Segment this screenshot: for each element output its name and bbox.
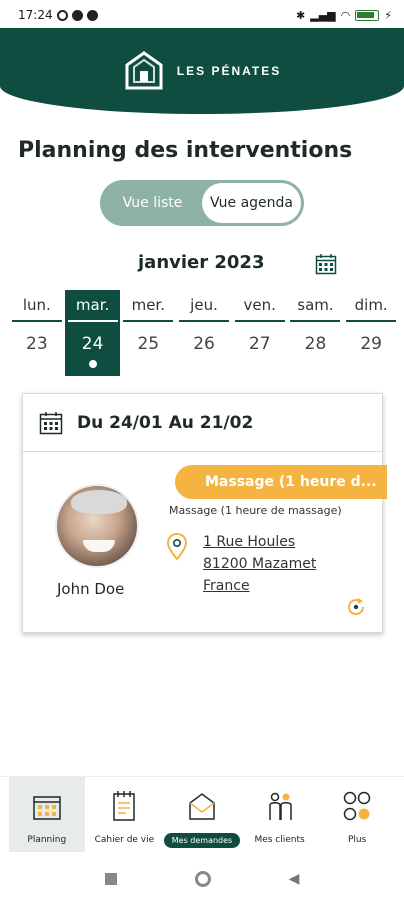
bottom-navigation: Planning Cahier de vie Mes demandes Mes … — [0, 776, 404, 852]
recurring-icon — [348, 598, 365, 616]
client-name: John Doe — [57, 580, 125, 598]
location-pin-icon — [166, 532, 188, 561]
day-name: jeu. — [179, 292, 230, 322]
calendar-icon — [39, 411, 63, 434]
notebook-icon — [113, 791, 136, 821]
status-time: 17:24 — [18, 8, 53, 22]
recents-icon[interactable] — [104, 873, 117, 885]
day-cell[interactable]: lun. 23 — [9, 290, 65, 376]
client-address[interactable]: 1 Rue Houles 81200 Mazamet France — [203, 531, 316, 597]
calendar-icon — [33, 796, 61, 820]
address-line-2[interactable]: 81200 Mazamet — [203, 553, 316, 575]
day-name: lun. — [11, 292, 62, 322]
view-toggle: Vue liste Vue agenda — [100, 180, 304, 226]
day-number: 25 — [137, 334, 160, 354]
day-name: mer. — [123, 292, 174, 322]
day-number: 26 — [193, 334, 215, 354]
wifi-icon: ◠ — [340, 8, 351, 22]
month-label: janvier 2023 — [138, 252, 265, 273]
service-description: Massage (1 heure de massage) — [169, 504, 342, 517]
day-number: 29 — [360, 334, 382, 354]
battery-icon — [355, 9, 380, 21]
day-cell[interactable]: mer. 25 — [120, 290, 176, 376]
nav-mes-clients[interactable]: Mes clients — [242, 777, 318, 852]
people-icon — [268, 792, 292, 820]
day-name: dim. — [346, 292, 397, 322]
envelope-icon — [189, 793, 215, 820]
charging-icon: ⚡ — [384, 8, 392, 22]
nav-plus[interactable]: Plus — [319, 777, 395, 852]
toggle-agenda-view[interactable]: Vue agenda — [202, 183, 301, 223]
status-bar: 17:24 ✱ ▂▄▆ ◠ ⚡ — [0, 0, 404, 30]
alarm-icon — [56, 9, 68, 21]
nav-planning[interactable]: Planning — [8, 777, 85, 852]
client-avatar — [55, 484, 139, 568]
bluetooth-icon: ✱ — [296, 8, 306, 22]
nav-label-highlighted: Mes demandes — [163, 833, 241, 848]
service-badge: Massage (1 heure d... — [175, 465, 387, 499]
status-left: 17:24 — [18, 8, 98, 22]
day-cell[interactable]: dim. 29 — [343, 290, 399, 376]
day-number: 28 — [304, 334, 327, 354]
event-dot — [88, 360, 97, 368]
toggle-list-view[interactable]: Vue liste — [103, 183, 202, 223]
brand-name: LES PÉNATES — [176, 64, 282, 78]
day-name: mar. — [67, 292, 118, 322]
nav-label: Mes clients — [254, 835, 305, 845]
app-notification-icon — [71, 9, 83, 21]
nav-label: Planning — [27, 835, 67, 845]
day-cell-selected[interactable]: mar. 24 — [64, 290, 121, 376]
date-range: Du 24/01 Au 21/02 — [77, 412, 254, 433]
home-icon[interactable] — [194, 871, 211, 887]
day-number: 24 — [81, 334, 104, 354]
grid-dots-icon — [343, 791, 371, 821]
day-cell[interactable]: ven. 27 — [232, 290, 288, 376]
app-header: LES PÉNATES — [0, 28, 404, 114]
address-line-3[interactable]: France — [203, 575, 316, 597]
house-logo-icon — [125, 51, 163, 90]
nav-mes-demandes[interactable]: Mes demandes — [163, 777, 241, 852]
day-number: 27 — [248, 334, 271, 354]
day-cell[interactable]: jeu. 26 — [176, 290, 232, 376]
intervention-card[interactable]: Du 24/01 Au 21/02 John Doe Massage (1 he… — [22, 393, 387, 633]
system-navigation: ◀ — [0, 858, 404, 900]
address-line-1[interactable]: 1 Rue Houles — [203, 531, 316, 553]
nav-label: Cahier de vie — [94, 835, 155, 845]
back-icon[interactable]: ◀ — [289, 871, 300, 887]
nav-cahier-de-vie[interactable]: Cahier de vie — [86, 777, 162, 852]
calendar-picker-icon[interactable] — [315, 253, 337, 275]
day-cell[interactable]: sam. 28 — [288, 290, 344, 376]
signal-icon: ▂▄▆ — [310, 8, 336, 22]
status-right: ✱ ▂▄▆ ◠ ⚡ — [296, 9, 392, 22]
card-header: Du 24/01 Au 21/02 — [23, 394, 382, 452]
day-name: sam. — [290, 292, 341, 322]
day-number: 23 — [26, 334, 48, 354]
page-title: Planning des interventions — [18, 138, 353, 163]
nav-label: Plus — [348, 835, 367, 845]
avatar-smile — [83, 540, 115, 552]
day-name: ven. — [234, 292, 285, 322]
avatar-hair — [71, 490, 127, 514]
week-strip: lun. 23 mar. 24 mer. 25 jeu. 26 ven. 27 … — [9, 290, 399, 376]
app-notification-icon — [86, 9, 98, 21]
